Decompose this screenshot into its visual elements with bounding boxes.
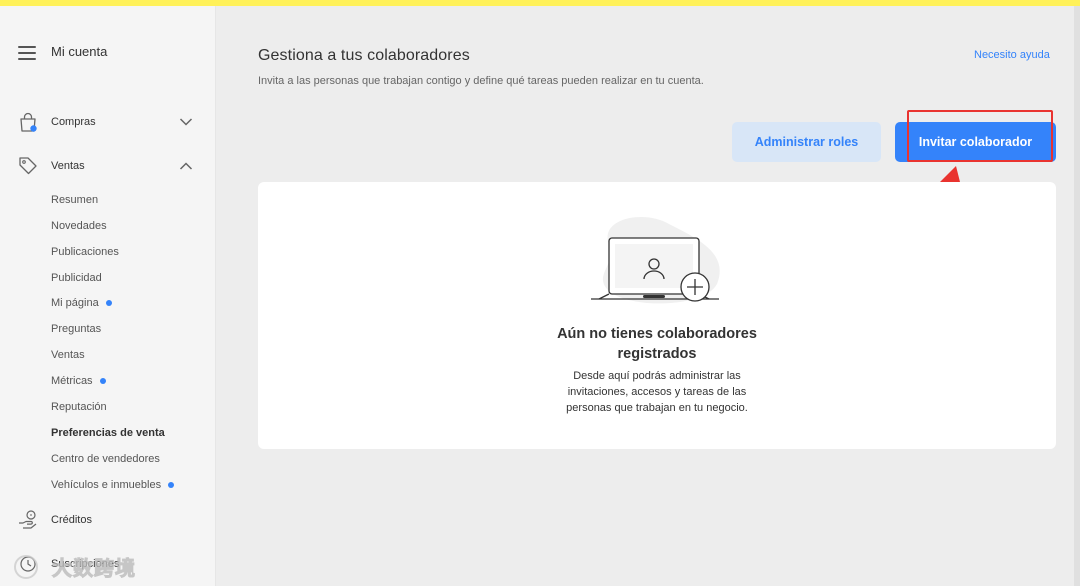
page-title: Gestiona a tus colaboradores [258, 47, 470, 64]
empty-state-card: Aún no tienes colaboradores registrados … [258, 182, 1056, 449]
chevron-up-icon[interactable] [179, 161, 193, 171]
sidebar-subitem-publicaciones[interactable]: Publicaciones [51, 246, 119, 258]
price-tag-icon [19, 157, 37, 175]
watermark: 大数跨境 [14, 552, 136, 581]
sidebar-item-label: Créditos [51, 514, 92, 526]
scrollbar[interactable] [1074, 6, 1080, 586]
sidebar-subitem-centro-de-vendedores[interactable]: Centro de vendedores [51, 453, 160, 465]
sidebar-subitem-metricas[interactable]: Métricas [51, 375, 106, 387]
sidebar-item-compras[interactable]: Compras [0, 107, 216, 137]
sidebar-subitem-vehiculos-e-inmuebles[interactable]: Vehículos e inmuebles [51, 479, 175, 491]
notification-dot [105, 300, 112, 306]
sidebar-subitem-resumen[interactable]: Resumen [51, 194, 98, 206]
sidebar-subitem-novedades[interactable]: Novedades [51, 220, 107, 232]
main-content: Gestiona a tus colaboradores Invita a la… [216, 6, 1080, 586]
invite-collaborator-button[interactable]: Invitar colaborador [895, 122, 1056, 162]
page-subtitle: Invita a las personas que trabajan conti… [258, 75, 704, 87]
sidebar-subitem-reputacion[interactable]: Reputación [51, 401, 107, 413]
shopping-bag-icon [20, 112, 37, 132]
watermark-text: 大数跨境 [52, 558, 136, 581]
notification-dot [168, 482, 175, 488]
hand-coin-icon [19, 510, 37, 529]
hamburger-icon[interactable] [18, 46, 36, 60]
sidebar-item-ventas[interactable]: Ventas [0, 151, 216, 181]
sidebar-subitem-ventas[interactable]: Ventas [51, 349, 85, 361]
sidebar: Mi cuenta Compras Ventas Resumen Novedad… [0, 6, 216, 586]
sidebar-item-label: Compras [51, 116, 96, 128]
sidebar-title: Mi cuenta [51, 44, 108, 59]
watermark-logo-icon [14, 554, 38, 579]
sidebar-subitem-publicidad[interactable]: Publicidad [51, 272, 102, 284]
help-link[interactable]: Necesito ayuda [974, 49, 1050, 61]
laptop-add-user-icon [591, 216, 720, 304]
sidebar-subitem-preguntas[interactable]: Preguntas [51, 323, 101, 335]
sidebar-item-label: Ventas [51, 160, 85, 172]
sidebar-subitem-preferencias-de-venta[interactable]: Preferencias de venta [51, 427, 165, 439]
sidebar-header[interactable]: Mi cuenta [18, 44, 107, 60]
chevron-down-icon[interactable] [179, 117, 193, 127]
notification-dot [99, 378, 106, 384]
empty-state-title: Aún no tienes colaboradores registrados [557, 326, 757, 362]
empty-state-description: Desde aquí podrás administrar las invita… [566, 370, 748, 414]
sidebar-subitem-mi-pagina[interactable]: Mi página [51, 297, 112, 309]
sidebar-item-creditos[interactable]: Créditos [0, 505, 216, 535]
manage-roles-button[interactable]: Administrar roles [732, 122, 881, 162]
